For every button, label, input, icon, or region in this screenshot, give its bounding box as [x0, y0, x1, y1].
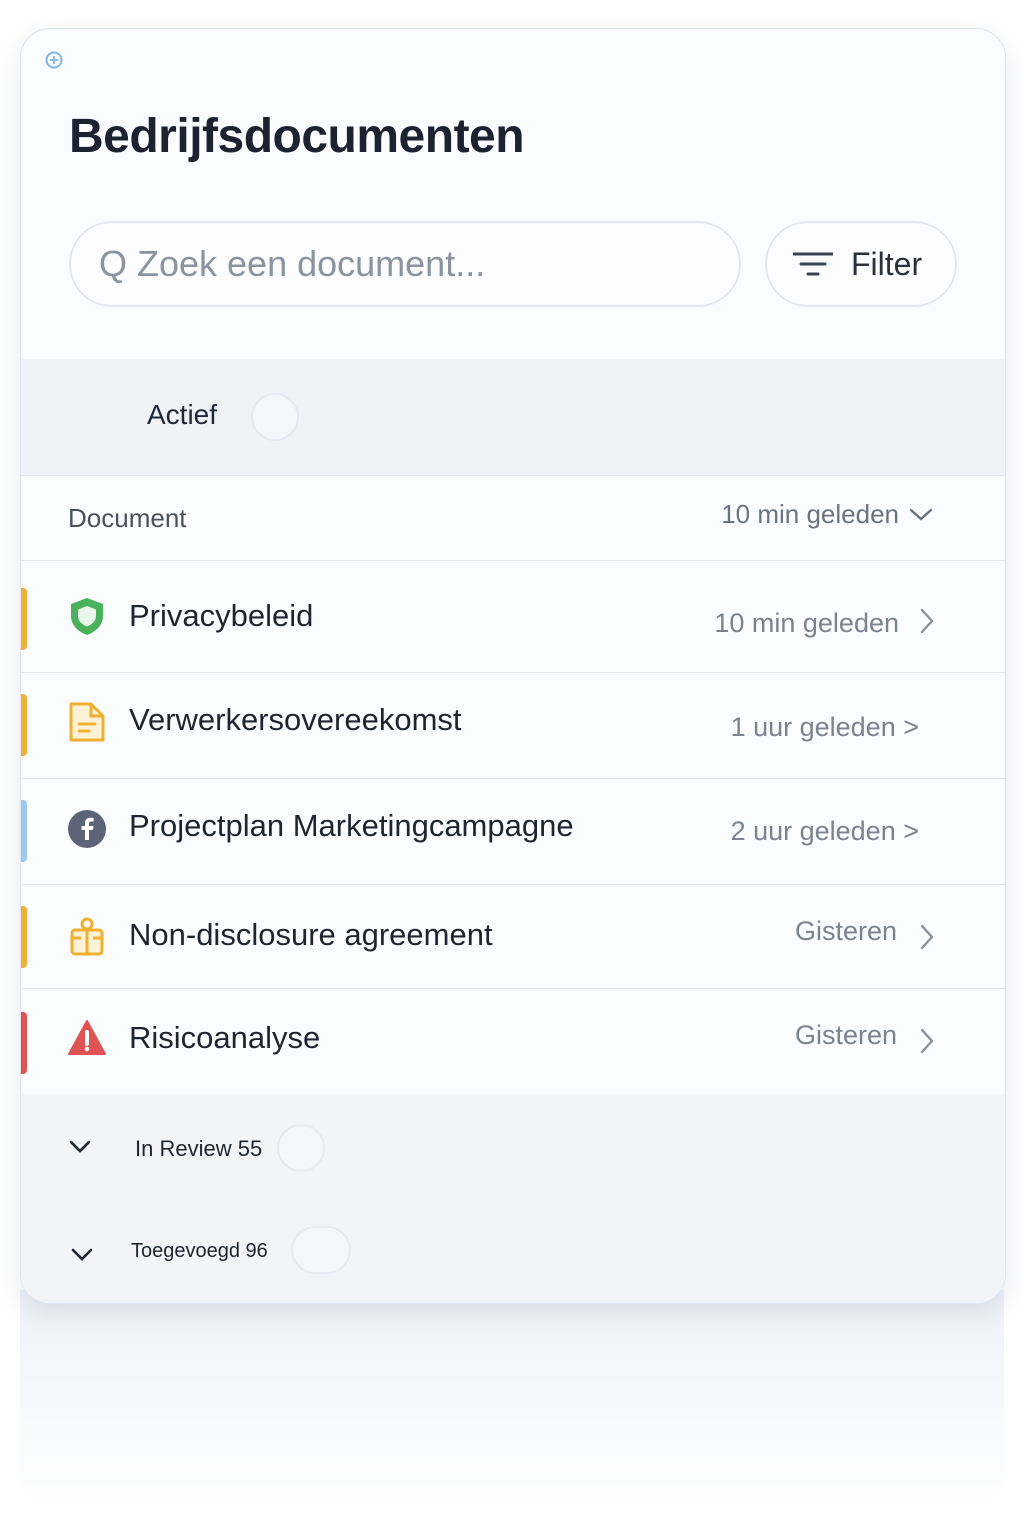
warning-icon: [68, 1020, 106, 1055]
chevron-right-icon[interactable]: [919, 924, 935, 950]
group-label: Toegevoegd 96: [131, 1240, 268, 1262]
document-time: 10 min geleden: [714, 608, 899, 638]
status-stripe: [21, 1012, 27, 1074]
shield-icon: [71, 598, 103, 635]
chevron-right-icon[interactable]: [919, 608, 935, 634]
table-header: Document 10 min geleden: [21, 475, 1005, 561]
section-active-label: Actief: [147, 399, 218, 430]
status-stripe: [21, 694, 27, 756]
page-title: Bedrijfsdocumenten: [69, 110, 525, 163]
status-stripe: [21, 800, 27, 862]
document-icon: [69, 702, 105, 742]
column-document: Document: [68, 503, 187, 533]
card-shadow-glow: [20, 1290, 1004, 1510]
add-circle-icon[interactable]: [45, 51, 63, 69]
chevron-down-icon[interactable]: [909, 507, 933, 523]
group-toggle[interactable]: [277, 1124, 325, 1172]
document-title: Non-disclosure agreement: [129, 917, 493, 952]
search-placeholder: Q Zoek een document...: [99, 243, 486, 284]
section-active-header[interactable]: Actief: [21, 359, 1005, 476]
section-active-toggle[interactable]: [251, 393, 299, 441]
group-label: In Review 55: [135, 1136, 263, 1161]
document-time: 1 uur geleden >: [730, 712, 919, 742]
table-row[interactable]: Verwerkersovereekomst 1 uur geleden >: [21, 672, 1005, 779]
filter-icon: [793, 252, 833, 276]
search-input[interactable]: Q Zoek een document...: [69, 221, 741, 307]
status-stripe: [21, 588, 27, 650]
group-in-review[interactable]: In Review 55: [21, 1094, 1005, 1197]
filter-label: Filter: [851, 245, 923, 282]
document-title: Projectplan Marketingcampagne: [129, 808, 574, 843]
filter-button[interactable]: Filter: [765, 221, 957, 307]
table-row[interactable]: Non-disclosure agreement Gisteren: [21, 884, 1005, 989]
document-title: Risicoanalyse: [129, 1020, 321, 1055]
table-row[interactable]: Projectplan Marketingcampagne 2 uur gele…: [21, 778, 1005, 885]
document-time: Gisteren: [794, 916, 897, 946]
document-time: 2 uur geleden >: [730, 816, 919, 846]
sort-dropdown[interactable]: 10 min geleden: [721, 499, 899, 530]
group-toggle[interactable]: [291, 1226, 351, 1274]
document-title: Verwerkersovereekomst: [129, 702, 462, 737]
group-toegevoegd[interactable]: Toegevoegd 96: [21, 1196, 1005, 1303]
document-time: Gisteren: [794, 1020, 897, 1050]
table-row[interactable]: Privacybeleid 10 min geleden: [21, 560, 1005, 673]
chevron-down-icon[interactable]: [71, 1248, 93, 1262]
documents-panel: Bedrijfsdocumenten Q Zoek een document..…: [20, 28, 1006, 1304]
chevron-right-icon[interactable]: [919, 1028, 935, 1054]
table-row[interactable]: Risicoanalyse Gisteren: [21, 988, 1005, 1095]
facebook-icon: [68, 810, 106, 848]
document-title: Privacybeleid: [129, 598, 314, 633]
chevron-down-icon[interactable]: [69, 1140, 91, 1154]
status-stripe: [21, 906, 27, 968]
gift-icon: [70, 917, 104, 956]
